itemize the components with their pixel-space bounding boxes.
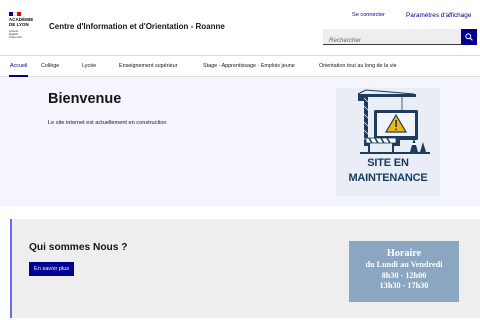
login-link[interactable]: Se connecter	[352, 12, 385, 18]
nav-item-accueil[interactable]: Accueil	[8, 56, 29, 77]
academie-lyon-logo[interactable]: ACADÉMIE DE LYON Liberté Égalité Fratern…	[9, 12, 41, 42]
main-navigation: Accueil Collège Lycée Enseignement supér…	[0, 55, 480, 77]
hours-afternoon: 13h30 - 17h30	[379, 281, 429, 290]
hours-days: du Lundi au Vendredi	[365, 260, 443, 269]
search-button[interactable]	[461, 29, 477, 45]
nav-item-college[interactable]: Collège	[41, 56, 59, 77]
maintenance-illustration: SITE EN MAINTENANCE	[336, 88, 440, 196]
nav-item-enseignement-superieur[interactable]: Enseignement supérieur	[119, 56, 177, 77]
about-title: Qui sommes Nous ?	[29, 242, 128, 253]
learn-more-button[interactable]: En savoir plus	[29, 262, 75, 276]
construction-crane-icon	[357, 89, 430, 154]
hours-title: Horaire	[386, 248, 422, 259]
search-box	[323, 29, 461, 48]
hours-morning: 8h30 - 12h00	[381, 270, 427, 280]
page-title: Bienvenue	[48, 91, 122, 107]
about-section: Qui sommes Nous ? En savoir plus Horaire…	[0, 206, 480, 320]
search-input[interactable]	[323, 33, 461, 48]
opening-hours-panel: Horaire du Lundi au Vendredi 8h30 - 12h0…	[349, 241, 459, 302]
maintenance-caption-line2: MAINTENANCE	[348, 172, 428, 184]
site-title[interactable]: Centre d'Information et d'Orientation - …	[49, 22, 225, 31]
republic-flag-icon	[9, 12, 21, 16]
logo-motto: Liberté Égalité Fraternité	[9, 29, 41, 40]
nav-item-lycee[interactable]: Lycée	[82, 56, 96, 77]
about-card: Qui sommes Nous ? En savoir plus Horaire…	[10, 219, 480, 318]
maintenance-caption-line1: SITE EN	[367, 157, 409, 169]
nav-item-orientation[interactable]: Orientation tout au long de la vie	[319, 56, 397, 77]
search-icon	[465, 33, 473, 41]
display-settings-link[interactable]: Paramètres d'affichage	[406, 12, 471, 19]
hero-section: Bienvenue Le site internet est actuellem…	[0, 77, 480, 206]
nav-item-stage-apprentissage[interactable]: Stage - Apprentissage - Emplois jeune	[203, 56, 295, 77]
site-header: ACADÉMIE DE LYON Liberté Égalité Fratern…	[0, 0, 480, 55]
construction-notice: Le site internet est actuellement en con…	[48, 120, 167, 126]
motto-fraternite: Fraternité	[9, 35, 22, 40]
logo-line-2: DE LYON	[9, 21, 29, 27]
